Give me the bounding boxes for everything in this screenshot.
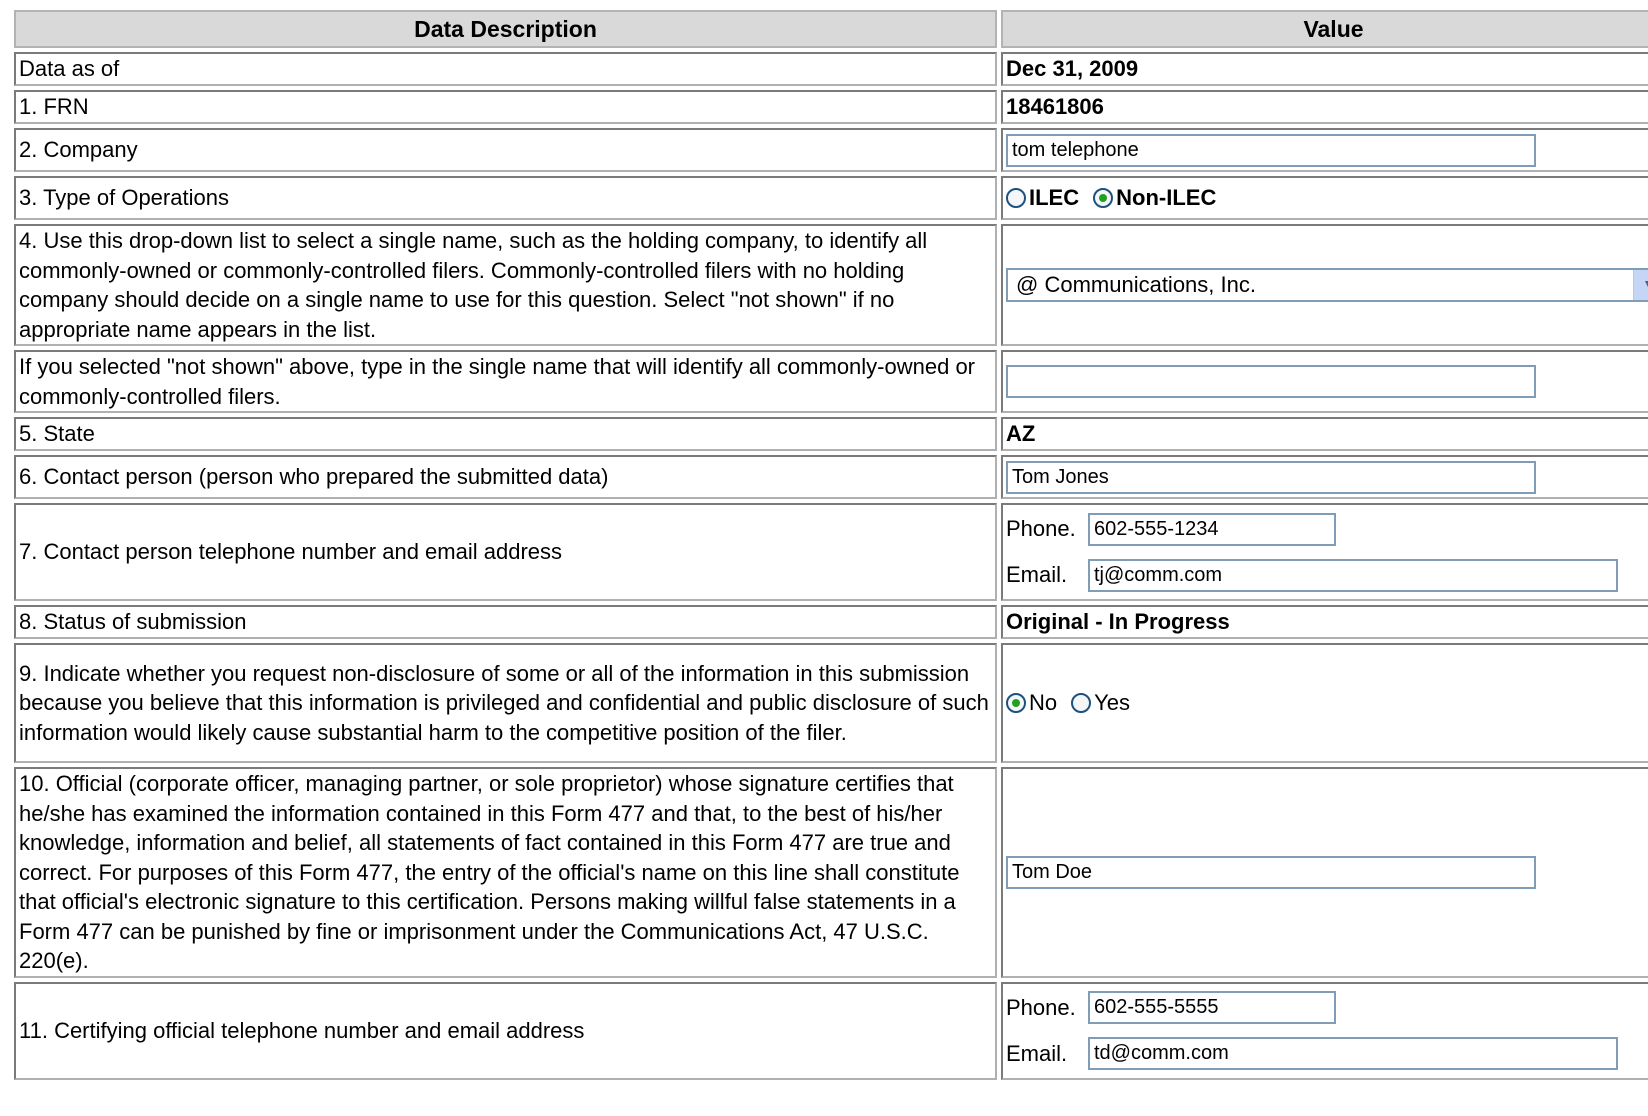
official-cell bbox=[1001, 767, 1648, 978]
official-name-input[interactable] bbox=[1006, 855, 1536, 889]
row-status: 8. Status of submission Original - In Pr… bbox=[14, 605, 1648, 639]
holding-company-label: 4. Use this drop-down list to select a s… bbox=[14, 224, 997, 346]
radio-non-ilec[interactable] bbox=[1093, 188, 1114, 208]
state-label: 5. State bbox=[14, 417, 997, 451]
contact-phone-label: Phone. bbox=[1006, 516, 1076, 542]
radio-no-label: No bbox=[1029, 690, 1058, 716]
radio-ilec[interactable] bbox=[1006, 188, 1026, 208]
radio-yes-label: Yes bbox=[1094, 690, 1131, 716]
row-company: 2. Company bbox=[14, 128, 1648, 172]
row-nondisclosure: 9. Indicate whether you request non-disc… bbox=[14, 643, 1648, 763]
row-state: 5. State AZ bbox=[14, 417, 1648, 451]
operations-label: 3. Type of Operations bbox=[14, 176, 997, 220]
official-email-label: Email. bbox=[1006, 1040, 1068, 1066]
nondisclosure-cell: No Yes bbox=[1001, 643, 1648, 763]
contact-phone-input[interactable] bbox=[1088, 512, 1336, 546]
holding-company-selected: @ Communications, Inc. bbox=[1016, 272, 1256, 298]
row-frn: 1. FRN 18461806 bbox=[14, 90, 1648, 124]
not-shown-name-input[interactable] bbox=[1006, 365, 1536, 398]
frn-value: 18461806 bbox=[1001, 90, 1648, 124]
form-477-table-container: Data Description Value Data as of Dec 31… bbox=[14, 6, 1648, 1084]
row-operations: 3. Type of Operations ILEC Non-ILEC bbox=[14, 176, 1648, 220]
holding-company-cell: @ Communications, Inc. ▼ bbox=[1001, 224, 1648, 346]
contact-phone-row: Phone. bbox=[1006, 506, 1648, 552]
status-label: 8. Status of submission bbox=[14, 605, 997, 639]
contact-email-input[interactable] bbox=[1088, 558, 1618, 592]
data-as-of-label: Data as of bbox=[14, 52, 997, 86]
not-shown-label: If you selected "not shown" above, type … bbox=[14, 350, 997, 413]
official-phone-email-label: 11. Certifying official telephone number… bbox=[14, 981, 997, 1080]
official-phone-email-cell: Phone. Email. bbox=[1001, 981, 1648, 1080]
table-header-row: Data Description Value bbox=[14, 10, 1648, 48]
row-contact-phone-email: 7. Contact person telephone number and e… bbox=[14, 503, 1648, 601]
radio-no[interactable] bbox=[1006, 693, 1026, 713]
official-phone-row: Phone. bbox=[1006, 985, 1648, 1031]
contact-phone-email-cell: Phone. Email. bbox=[1001, 503, 1648, 601]
header-value: Value bbox=[1001, 10, 1648, 48]
radio-yes[interactable] bbox=[1071, 693, 1092, 713]
data-as-of-value: Dec 31, 2009 bbox=[1001, 52, 1648, 86]
company-cell bbox=[1001, 128, 1648, 172]
row-official-phone-email: 11. Certifying official telephone number… bbox=[14, 981, 1648, 1080]
contact-phone-email-label: 7. Contact person telephone number and e… bbox=[14, 503, 997, 601]
nondisclosure-label: 9. Indicate whether you request non-disc… bbox=[14, 643, 997, 763]
filer-info-table: Data Description Value Data as of Dec 31… bbox=[10, 6, 1648, 1084]
contact-email-label: Email. bbox=[1006, 562, 1068, 588]
official-phone-label: Phone. bbox=[1006, 994, 1076, 1020]
chevron-down-icon[interactable]: ▼ bbox=[1633, 270, 1648, 300]
contact-email-row: Email. bbox=[1006, 552, 1648, 598]
official-label: 10. Official (corporate officer, managin… bbox=[14, 767, 997, 978]
holding-company-select[interactable]: @ Communications, Inc. ▼ bbox=[1006, 268, 1648, 302]
status-value: Original - In Progress bbox=[1001, 605, 1648, 639]
row-data-as-of: Data as of Dec 31, 2009 bbox=[14, 52, 1648, 86]
nondisclosure-radio-group: No Yes bbox=[1006, 685, 1648, 721]
contact-person-cell bbox=[1001, 455, 1648, 499]
company-label: 2. Company bbox=[14, 128, 997, 172]
radio-ilec-label: ILEC bbox=[1029, 185, 1080, 211]
header-data-description: Data Description bbox=[14, 10, 997, 48]
official-phone-input[interactable] bbox=[1088, 991, 1336, 1024]
official-email-input[interactable] bbox=[1088, 1037, 1618, 1070]
operations-radio-group: ILEC Non-ILEC bbox=[1006, 180, 1648, 216]
contact-person-input[interactable] bbox=[1006, 460, 1536, 494]
not-shown-cell bbox=[1001, 350, 1648, 413]
row-not-shown-name: If you selected "not shown" above, type … bbox=[14, 350, 1648, 413]
company-input[interactable] bbox=[1006, 133, 1536, 167]
official-email-row: Email. bbox=[1006, 1031, 1648, 1077]
row-contact-person: 6. Contact person (person who prepared t… bbox=[14, 455, 1648, 499]
frn-label: 1. FRN bbox=[14, 90, 997, 124]
contact-person-label: 6. Contact person (person who prepared t… bbox=[14, 455, 997, 499]
row-official: 10. Official (corporate officer, managin… bbox=[14, 767, 1648, 978]
radio-non-ilec-label: Non-ILEC bbox=[1116, 185, 1217, 211]
operations-cell: ILEC Non-ILEC bbox=[1001, 176, 1648, 220]
row-holding-company: 4. Use this drop-down list to select a s… bbox=[14, 224, 1648, 346]
state-value: AZ bbox=[1001, 417, 1648, 451]
